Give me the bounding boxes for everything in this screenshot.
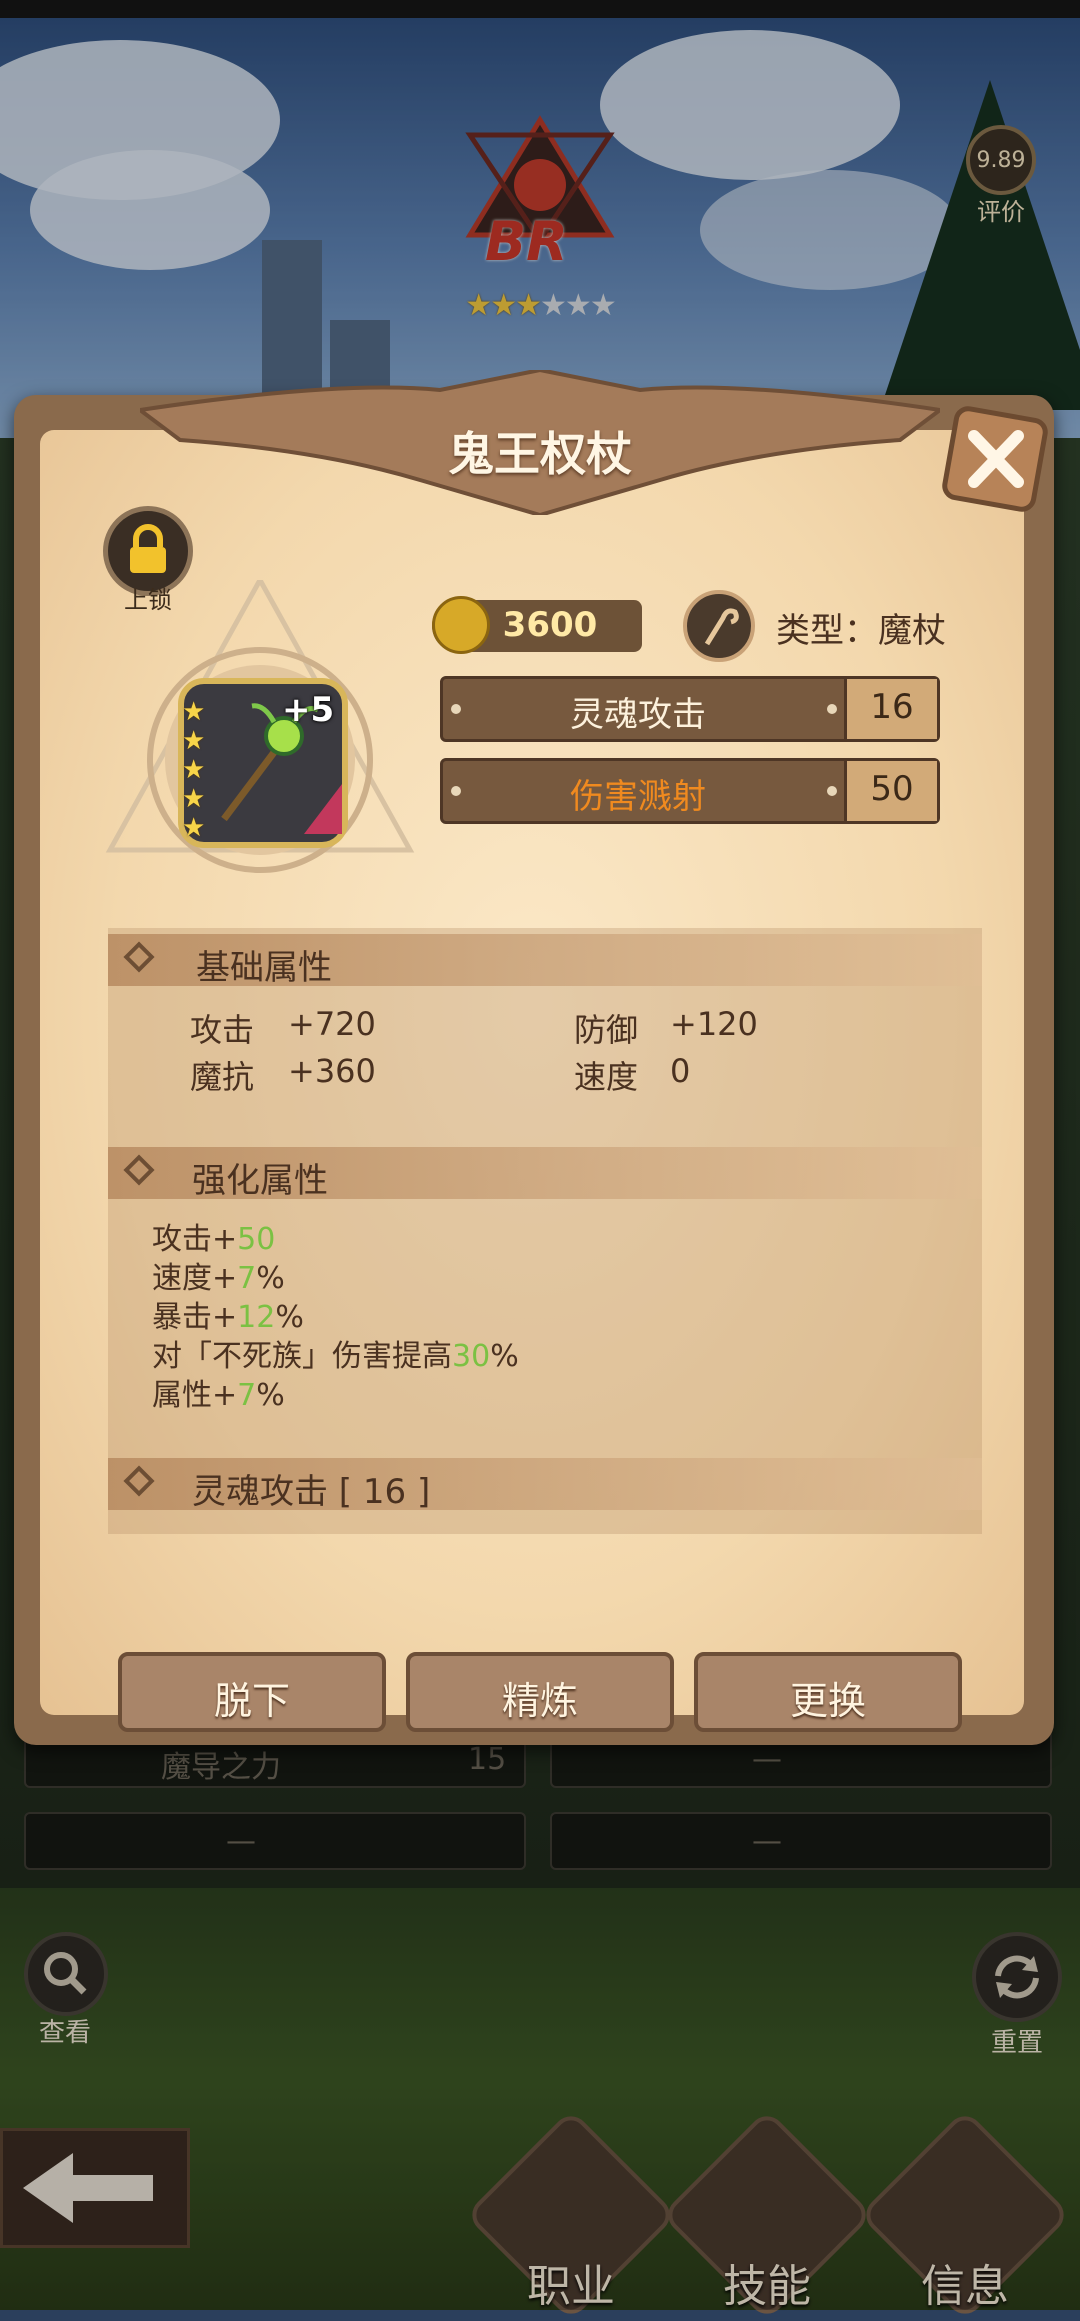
status-bar [0,0,1080,18]
section-title: 基础属性 [196,948,332,988]
enhance-line: 对「不死族」伤害提高30% [152,1339,519,1374]
replace-button[interactable]: 更换 [694,1652,962,1732]
attr-value: 0 [670,1052,691,1090]
staff-type-icon [683,590,755,662]
enhance-line: 暴击+12% [152,1300,304,1335]
lock-icon [130,524,166,573]
attr-name: 防御 [574,1011,639,1049]
item-title: 鬼王权杖 [448,427,632,481]
section-title: 灵魂攻击 [ 16 ] [192,1472,431,1512]
attr-value: +720 [288,1005,376,1043]
attr-name: 攻击 [190,1011,255,1049]
attr-name: 魔抗 [190,1058,255,1096]
item-type: 类型：魔杖 [776,611,946,651]
refine-label: 精炼 [501,1679,578,1723]
attr-name: 速度 [574,1058,639,1096]
enhance-line: 攻击+50 [152,1222,276,1257]
attr-value: +360 [288,1052,376,1090]
close-icon [942,406,1048,512]
enhance-line: 速度+7% [152,1261,285,1296]
item-stars: ★ ★ ★ ★ ★ [182,697,206,843]
base-attr-header: 基础属性 [108,934,982,988]
enhance-attr-header: 强化属性 [108,1147,982,1201]
skill-name: 伤害溅射 [570,777,706,817]
skill-name: 灵魂攻击 [570,695,706,735]
close-button[interactable] [936,400,1054,518]
section-title: 强化属性 [192,1161,328,1201]
diamond-icon [123,941,155,973]
unequip-button[interactable]: 脱下 [118,1652,386,1732]
skill-value: 16 [870,687,914,727]
replace-label: 更换 [789,1679,866,1723]
refine-button[interactable]: 精炼 [406,1652,674,1732]
skill-bar-soul-attack[interactable]: 灵魂攻击 16 [440,676,940,742]
enhance-line: 属性+7% [152,1378,285,1413]
skill-detail-header: 灵魂攻击 [ 16 ] [108,1458,982,1512]
diamond-icon [123,1465,155,1497]
skill-value: 50 [870,769,914,809]
diamond-icon [123,1154,155,1186]
unequip-label: 脱下 [213,1679,290,1723]
fist-icon [432,596,490,654]
attr-value: +120 [670,1005,758,1043]
skill-bar-damage-splash[interactable]: 伤害溅射 50 [440,758,940,824]
power-value: 3600 [502,605,598,645]
enhance-level: +5 [282,690,335,730]
